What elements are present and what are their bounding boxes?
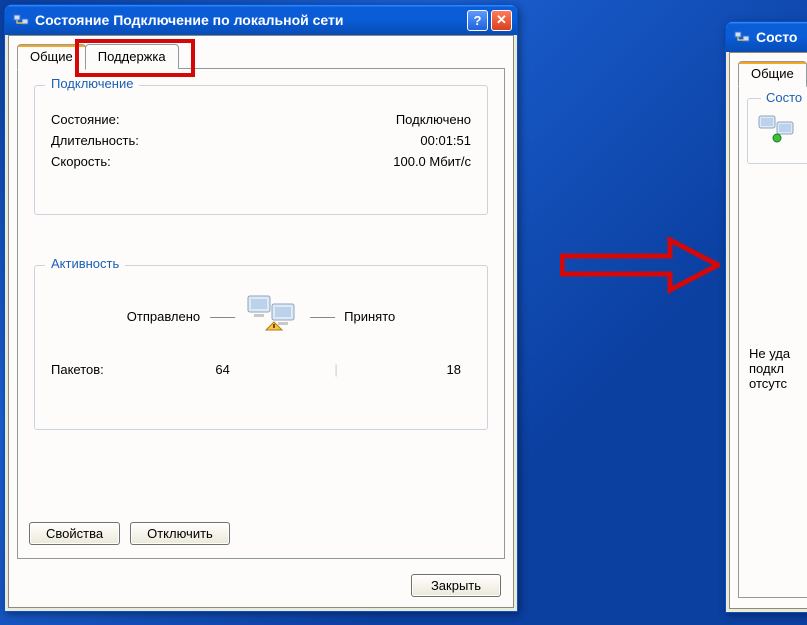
connection-status-window-2: Состо Общие Состо Не уда подкл отсутс (725, 21, 807, 613)
window-title: Состояние Подключение по локальной сети (35, 12, 467, 28)
computers-icon (244, 290, 300, 342)
network-icon (13, 12, 29, 28)
tab-page-general: Подключение Состояние: Подключено Длител… (17, 68, 505, 559)
close-dialog-button[interactable]: Закрыть (411, 574, 501, 597)
client-area: Общие Поддержка Подключение Состояние: П… (8, 35, 514, 608)
tab-strip: Общие Поддержка (17, 44, 178, 69)
recv-label: Принято (344, 309, 395, 324)
packets-recv: 18 (338, 362, 471, 377)
tab-general-2[interactable]: Общие (738, 61, 807, 87)
group-connection-legend: Подключение (45, 76, 139, 91)
tab-general[interactable]: Общие (17, 44, 86, 70)
dash-right: —— (310, 309, 334, 324)
group-activity-legend: Активность (45, 256, 125, 271)
group-connection: Подключение Состояние: Подключено Длител… (34, 85, 488, 215)
speed-value: 100.0 Мбит/с (393, 154, 471, 169)
warning-text: Не уда подкл отсутс (749, 346, 790, 391)
status-value: Подключено (396, 112, 471, 127)
close-button[interactable]: ✕ (491, 10, 512, 31)
tab-support[interactable]: Поддержка (85, 44, 179, 69)
duration-value: 00:01:51 (420, 133, 471, 148)
disable-button[interactable]: Отключить (130, 522, 230, 545)
sent-label: Отправлено (127, 309, 200, 324)
titlebar[interactable]: Состояние Подключение по локальной сети … (5, 5, 517, 35)
client-area-2: Общие Состо Не уда подкл отсутс (729, 52, 807, 609)
status-label: Состояние: (51, 112, 119, 127)
network-icon (734, 29, 750, 45)
tab-strip-2: Общие (738, 61, 806, 86)
window-title-2: Состо (756, 29, 807, 45)
titlebar-2[interactable]: Состо (726, 22, 807, 52)
annotation-arrow-icon (560, 232, 720, 298)
group-activity: Активность Отправлено —— (34, 265, 488, 430)
packets-sent: 64 (161, 362, 334, 377)
group-status-legend-2: Состо (761, 90, 807, 105)
network-computers-icon (757, 112, 797, 149)
speed-label: Скорость: (51, 154, 111, 169)
tab-page-2: Состо Не уда подкл отсутс (738, 85, 807, 598)
duration-label: Длительность: (51, 133, 139, 148)
help-button[interactable]: ? (467, 10, 488, 31)
packets-label: Пакетов: (51, 362, 161, 377)
dash-left: —— (210, 309, 234, 324)
connection-status-window: Состояние Подключение по локальной сети … (4, 4, 518, 612)
properties-button[interactable]: Свойства (29, 522, 120, 545)
